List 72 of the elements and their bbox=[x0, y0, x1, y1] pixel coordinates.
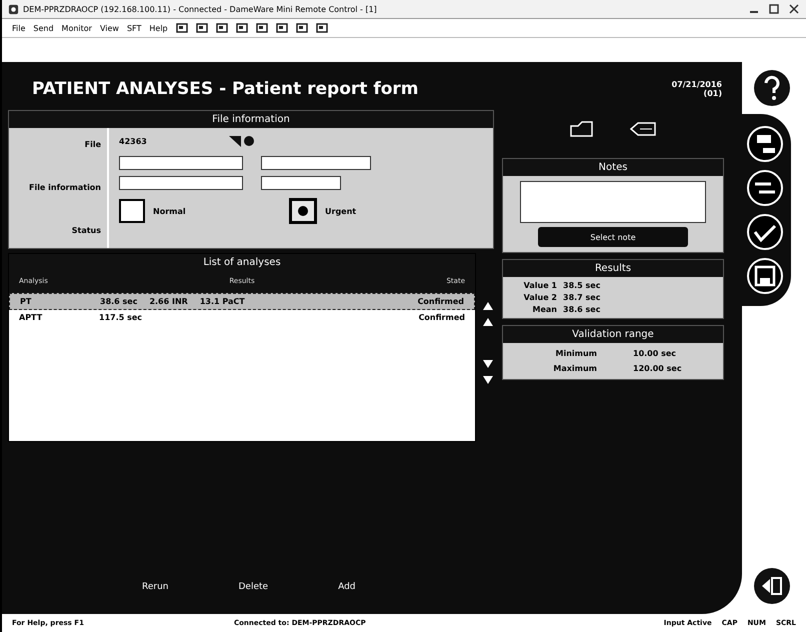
section-title: Results bbox=[503, 260, 723, 277]
input-field[interactable] bbox=[119, 156, 243, 170]
menu-item[interactable]: Send bbox=[33, 24, 54, 32]
app-icon bbox=[8, 4, 19, 14]
field-label: Status bbox=[72, 225, 101, 237]
range-value: 10.00 sec bbox=[632, 349, 678, 358]
result-label: Mean bbox=[532, 305, 557, 314]
arrow-up-icon[interactable] bbox=[482, 301, 494, 311]
menu-item[interactable]: File bbox=[12, 24, 26, 32]
table-cell: 13.1 PaCT bbox=[200, 297, 245, 306]
page-title: PATIENT ANALYSES - Patient report form bbox=[32, 79, 419, 99]
toolbar-icon[interactable] bbox=[216, 22, 228, 34]
table-cell-text: Confirmed bbox=[418, 313, 465, 322]
toolbar-icon[interactable] bbox=[256, 22, 268, 34]
date-text: 07/21/2016 bbox=[672, 80, 722, 89]
file-number: 42363 bbox=[119, 136, 147, 146]
notes-field[interactable] bbox=[520, 181, 706, 223]
code-text: (01) bbox=[704, 89, 722, 98]
result-value: 38.7 sec bbox=[563, 293, 602, 302]
table-cell-text: Confirmed bbox=[416, 297, 464, 306]
menu-item[interactable]: View bbox=[100, 24, 119, 32]
toolbar-icon[interactable] bbox=[176, 22, 188, 34]
input-field[interactable] bbox=[261, 176, 341, 190]
table-cell: 117.5 sec bbox=[99, 313, 142, 322]
table-cell: 2.66 INR bbox=[149, 297, 188, 306]
maximize-icon[interactable] bbox=[768, 3, 780, 15]
section-title: File information bbox=[9, 111, 493, 128]
result-value: 38.5 sec bbox=[563, 281, 602, 290]
section-title: List of analyses bbox=[9, 254, 475, 271]
navigation-icon[interactable] bbox=[226, 134, 257, 148]
status-checkbox[interactable] bbox=[289, 198, 317, 224]
menu-item[interactable]: SFT bbox=[126, 24, 142, 32]
analysis-row[interactable]: APTT 117.5 sec Confirmed bbox=[9, 310, 475, 325]
menu-item[interactable]: Help bbox=[149, 24, 168, 32]
toolbar-icon[interactable] bbox=[196, 22, 208, 34]
check-icon[interactable] bbox=[745, 212, 785, 252]
option-label: Normal bbox=[153, 206, 186, 216]
menu-item[interactable]: Monitor bbox=[62, 24, 92, 32]
action-button[interactable]: Delete bbox=[218, 578, 288, 596]
arrow-down-icon[interactable] bbox=[482, 359, 494, 369]
arrow-down-icon[interactable] bbox=[482, 375, 494, 385]
table-cell-text: PT bbox=[20, 297, 32, 306]
field-label: File information bbox=[28, 182, 101, 194]
input-field[interactable] bbox=[261, 156, 371, 170]
range-value: 120.00 sec bbox=[632, 364, 683, 373]
field-label: File bbox=[84, 139, 101, 151]
table-cell-text: APTT bbox=[19, 313, 44, 322]
range-label: Maximum bbox=[552, 364, 597, 373]
range-label: Minimum bbox=[554, 349, 597, 358]
result-label: Value 1 bbox=[522, 281, 557, 290]
action-button[interactable]: Add bbox=[318, 578, 376, 596]
section-title: Notes bbox=[503, 159, 723, 176]
close-icon[interactable] bbox=[788, 3, 800, 15]
analysis-row[interactable]: PT 38.6 sec 2.66 INR 13.1 PaCT Confirmed bbox=[9, 293, 475, 310]
toolbar-icon[interactable] bbox=[236, 22, 248, 34]
toolbar-icon[interactable] bbox=[316, 22, 328, 34]
toolbar-icon[interactable] bbox=[296, 22, 308, 34]
section-title: Validation range bbox=[503, 326, 723, 343]
toolbar-icon[interactable] bbox=[276, 22, 288, 34]
exit-icon[interactable] bbox=[752, 566, 792, 606]
window-title: DEM-PPRZDRAOCP (192.168.100.11) - Connected - DameWare Mini Remote Control - [1] bbox=[23, 4, 377, 14]
result-label: Value 2 bbox=[522, 293, 557, 302]
help-icon[interactable] bbox=[752, 68, 792, 108]
status-checkbox[interactable] bbox=[119, 199, 145, 223]
arrow-up-icon[interactable] bbox=[482, 317, 494, 327]
result-value: 38.6 sec bbox=[563, 305, 602, 314]
table-cell: 38.6 sec bbox=[100, 297, 138, 306]
option-label: Urgent bbox=[325, 206, 356, 216]
select-note-button[interactable]: Select note bbox=[538, 227, 688, 247]
action-button[interactable]: Rerun bbox=[122, 578, 188, 596]
input-field[interactable] bbox=[119, 176, 243, 190]
save-icon[interactable] bbox=[745, 256, 785, 296]
